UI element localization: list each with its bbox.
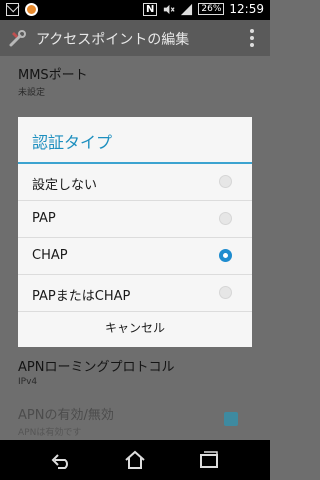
cancel-button[interactable]: キャンセル	[18, 309, 252, 347]
list-item-subtitle: IPv4	[18, 377, 38, 387]
list-item-mms-port[interactable]: MMSポート 未設定	[18, 64, 88, 98]
battery-indicator: 26%	[198, 3, 225, 15]
navigation-bar	[0, 440, 270, 480]
list-item-subtitle: 未設定	[18, 88, 46, 98]
radio-button-selected[interactable]	[219, 249, 232, 262]
option-label: PAPまたはCHAP	[32, 289, 131, 304]
signal-icon	[181, 3, 193, 15]
option-label: 設定しない	[32, 178, 98, 193]
list-item-apn-roaming-protocol[interactable]: APNローミングプロトコル IPv4	[18, 356, 174, 387]
option-pap[interactable]: PAP	[18, 201, 252, 237]
list-item-title: APNの有効/無効	[18, 408, 114, 423]
mail-notification-icon	[6, 3, 19, 16]
status-bar: N 26% 12:59	[0, 0, 270, 20]
radio-button[interactable]	[219, 175, 232, 188]
option-label: PAP	[32, 211, 56, 226]
clock: 12:59	[229, 2, 264, 16]
auth-type-dialog: 認証タイプ 設定しない PAP CHAP PAPまたはCHAP キャンセル	[18, 117, 252, 347]
settings-tools-icon[interactable]	[8, 28, 28, 48]
overflow-menu-icon[interactable]	[250, 29, 254, 47]
recent-apps-icon[interactable]	[197, 450, 221, 470]
option-pap-or-chap[interactable]: PAPまたはCHAP	[18, 275, 252, 311]
page-title: アクセスポイントの編集	[36, 32, 190, 48]
option-label: CHAP	[32, 248, 68, 263]
list-item-title: MMSポート	[18, 68, 88, 83]
mute-icon	[164, 4, 175, 14]
dialog-title: 認証タイプ	[32, 133, 113, 152]
app-notification-icon	[25, 3, 38, 16]
list-item-title: APNローミングプロトコル	[18, 360, 175, 375]
back-icon[interactable]	[49, 450, 73, 470]
option-chap[interactable]: CHAP	[18, 238, 252, 274]
radio-button[interactable]	[219, 212, 232, 225]
radio-button[interactable]	[219, 286, 232, 299]
option-none[interactable]: 設定しない	[18, 164, 252, 200]
apn-enable-checkbox[interactable]	[224, 412, 238, 426]
list-item-subtitle: APNは有効です	[18, 428, 82, 438]
nfc-icon: N	[143, 2, 158, 16]
list-item-apn-enable[interactable]: APNの有効/無効 APNは有効です	[18, 404, 114, 438]
home-icon[interactable]	[123, 450, 147, 470]
app-bar: アクセスポイントの編集	[0, 20, 270, 56]
